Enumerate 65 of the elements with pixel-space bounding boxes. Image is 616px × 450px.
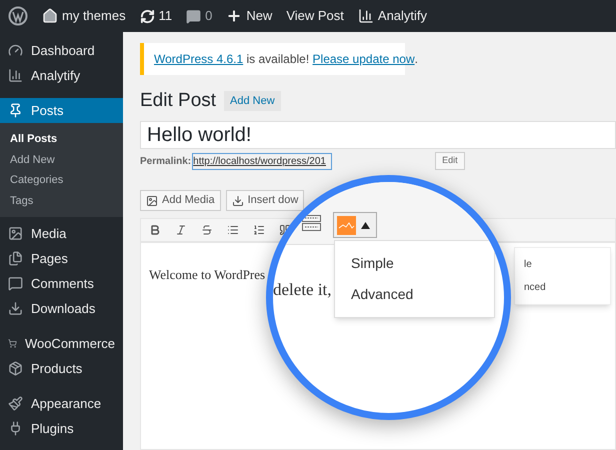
media-icon: [8, 226, 23, 241]
chart-icon: [8, 68, 23, 83]
media-button[interactable]: Add Media: [140, 190, 221, 211]
page-title: Edit Post: [140, 88, 216, 113]
refresh-icon[interactable]: [140, 8, 155, 24]
keyboard-icon[interactable]: [302, 215, 321, 231]
menu-item[interactable]: Posts: [0, 98, 123, 123]
gauge-icon: [8, 43, 23, 58]
pages-icon: [8, 251, 23, 266]
add-new-button[interactable]: Add New: [224, 91, 281, 111]
title-field[interactable]: Hello world!: [140, 121, 616, 149]
admin-bar-label: Analytify: [378, 7, 428, 26]
menu-item[interactable]: Dashboard: [0, 38, 123, 63]
chart-icon[interactable]: [358, 8, 374, 24]
editor-text: delete it,: [273, 279, 332, 301]
admin-bar-label: 11: [158, 7, 172, 26]
menu-item[interactable]: Analytify: [0, 63, 123, 88]
menu-item[interactable]: Downloads: [0, 296, 123, 321]
menu-option[interactable]: Advanced: [351, 284, 494, 305]
comment-icon[interactable]: [186, 8, 202, 24]
media-button[interactable]: Insert dow: [226, 190, 304, 211]
logo-icon[interactable]: [8, 6, 28, 26]
edit-button[interactable]: Edit: [435, 152, 465, 170]
version-link[interactable]: WordPress 4.6.1: [154, 50, 244, 68]
chart-icon: [337, 216, 356, 234]
plus-icon[interactable]: [226, 8, 242, 24]
brush-icon: [8, 396, 23, 411]
permalink-link[interactable]: http://localhost/wordpress/201: [192, 152, 332, 170]
submenu-item[interactable]: Add New: [0, 150, 123, 170]
admin-bar-label: 0: [205, 7, 212, 26]
submenu-item[interactable]: Tags: [0, 190, 123, 211]
menu-item[interactable]: Plugins: [0, 416, 123, 441]
comment-icon: [8, 276, 23, 291]
admin-bar-label: New: [246, 7, 272, 26]
bold-icon[interactable]: [149, 224, 161, 236]
editor-text: Welcome to WordPres: [149, 267, 266, 282]
notice-text: is available!: [245, 51, 310, 68]
permalink-label: Permalink:: [140, 154, 192, 168]
admin-bar-label: my themes: [62, 7, 126, 26]
menu-item[interactable]: Comments: [0, 271, 123, 296]
menu-item[interactable]: WooCommerce: [0, 331, 123, 356]
submenu-item[interactable]: All Posts: [0, 129, 123, 150]
update-link[interactable]: Please update now: [312, 50, 415, 68]
menu-option[interactable]: nced: [524, 280, 610, 295]
strikethrough-icon[interactable]: [201, 224, 213, 236]
notice-text: .: [414, 51, 418, 68]
download-icon: [8, 301, 23, 316]
italic-icon[interactable]: [175, 224, 187, 236]
download-icon: [232, 194, 244, 206]
box-icon: [8, 361, 23, 376]
home-icon: [42, 8, 58, 24]
pin-icon: [8, 103, 23, 118]
chart-dropdown-button[interactable]: [333, 212, 377, 238]
menu-option[interactable]: Simple: [351, 253, 494, 274]
admin-bar-label: View Post: [286, 7, 344, 26]
numbered-list-icon[interactable]: [253, 224, 265, 236]
menu-option[interactable]: le: [524, 257, 610, 272]
caret-icon: [361, 222, 370, 228]
menu-item[interactable]: Appearance: [0, 391, 123, 416]
menu-item[interactable]: Media: [0, 221, 123, 246]
submenu-item[interactable]: Categories: [0, 170, 123, 190]
media-icon: [146, 194, 158, 206]
menu-item[interactable]: Products: [0, 356, 123, 381]
plug-icon: [8, 421, 23, 436]
menu-item[interactable]: Pages: [0, 246, 123, 271]
